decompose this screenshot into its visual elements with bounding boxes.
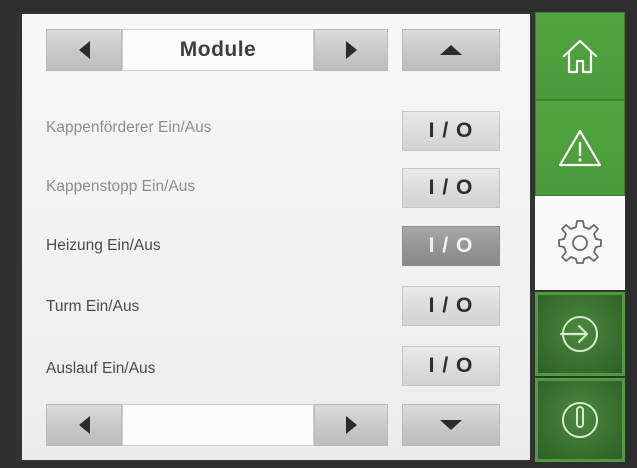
arrow-down-icon — [440, 420, 462, 430]
arrow-left-icon — [78, 41, 90, 59]
arrow-right-icon — [345, 41, 357, 59]
row-label-kappenfoerderer: Kappenförderer Ein/Aus — [46, 119, 212, 136]
scroll-down-button[interactable] — [402, 404, 500, 446]
scroll-right-button[interactable] — [314, 404, 388, 446]
toggle-turm-button[interactable]: I / O — [402, 286, 500, 326]
toggle-heizung-button[interactable]: I / O — [402, 226, 500, 266]
row-label-kappenstopp: Kappenstopp Ein/Aus — [46, 178, 196, 195]
power-icon — [562, 402, 598, 438]
row-label-auslauf: Auslauf Ein/Aus — [46, 360, 156, 377]
login-icon — [559, 316, 598, 352]
sidebar-item-settings[interactable] — [535, 196, 625, 290]
sidebar-item-login[interactable] — [535, 292, 625, 376]
prev-module-button[interactable] — [46, 29, 122, 71]
toggle-kappenfoerderer-button[interactable]: I / O — [402, 111, 500, 151]
warning-icon — [558, 129, 602, 167]
toggle-auslauf-button[interactable]: I / O — [402, 346, 500, 386]
arrow-left-icon — [78, 416, 90, 434]
home-icon — [562, 39, 598, 74]
scroll-up-button[interactable] — [402, 29, 500, 71]
scroll-left-button[interactable] — [46, 404, 122, 446]
row-label-turm: Turm Ein/Aus — [46, 298, 140, 315]
sidebar-item-warnings[interactable] — [535, 100, 625, 196]
arrow-right-icon — [345, 416, 357, 434]
gear-icon — [558, 220, 602, 264]
toggle-kappenstopp-button[interactable]: I / O — [402, 168, 500, 208]
horizontal-scrollbar-track[interactable] — [122, 404, 314, 446]
row-label-heizung: Heizung Ein/Aus — [46, 237, 161, 254]
arrow-up-icon — [440, 45, 462, 55]
sidebar-item-home[interactable] — [535, 12, 625, 100]
next-module-button[interactable] — [314, 29, 388, 71]
sidebar-item-power[interactable] — [535, 378, 625, 462]
module-title: Module — [122, 29, 314, 71]
